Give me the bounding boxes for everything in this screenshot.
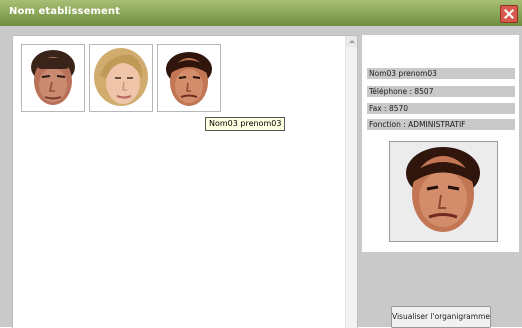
application-window: Nom etablissement Nom03 prenom03 Nom03 p… — [0, 0, 522, 328]
detail-role: Fonction : ADMINISTRATIF — [367, 119, 515, 130]
staff-list-panel: Nom03 prenom03 — [12, 35, 358, 328]
detail-phone: Téléphone : 8507 — [367, 86, 515, 97]
staff-photo-3[interactable] — [157, 44, 221, 112]
staff-photo-1[interactable] — [21, 44, 85, 112]
detail-photo — [389, 141, 498, 242]
close-icon[interactable] — [500, 5, 518, 23]
scroll-up-arrow-icon[interactable] — [346, 36, 357, 47]
detail-panel: Nom03 prenom03 Téléphone : 8507 Fax : 85… — [362, 35, 519, 252]
detail-name: Nom03 prenom03 — [367, 68, 515, 79]
name-tooltip: Nom03 prenom03 — [205, 117, 286, 131]
staff-photo-2[interactable] — [89, 44, 153, 112]
window-title: Nom etablissement — [9, 6, 120, 17]
title-bar: Nom etablissement — [0, 0, 522, 28]
vertical-scrollbar[interactable] — [345, 36, 357, 328]
view-org-chart-button[interactable]: Visualiser l'organigramme — [391, 306, 491, 328]
detail-fax: Fax : 8570 — [367, 103, 515, 114]
